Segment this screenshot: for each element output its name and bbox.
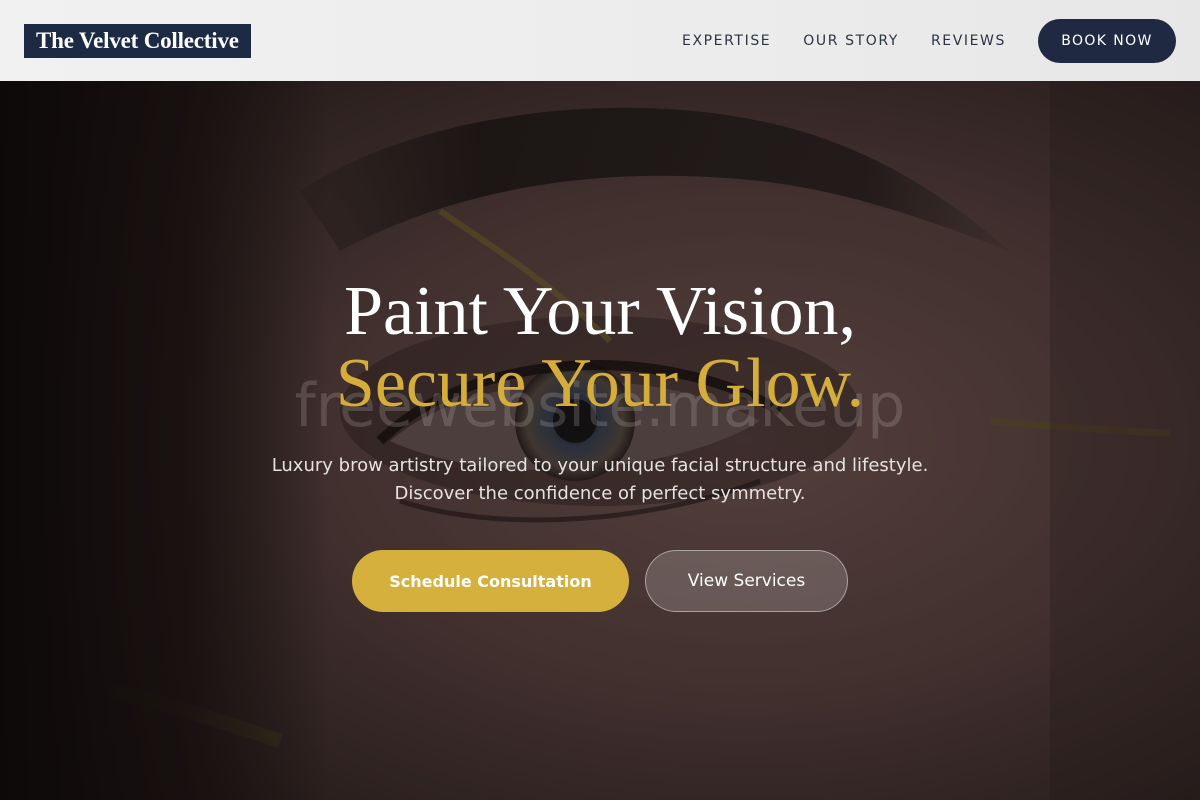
- nav-link-expertise[interactable]: EXPERTISE: [682, 33, 771, 49]
- hero-subtext-line2: Discover the confidence of perfect symme…: [394, 483, 806, 504]
- hero-cta-row: Schedule Consultation View Services: [0, 550, 1200, 612]
- main-nav: EXPERTISE OUR STORY REVIEWS BOOK NOW: [682, 18, 1176, 63]
- site-header: The Velvet Collective EXPERTISE OUR STOR…: [0, 0, 1200, 81]
- view-services-button[interactable]: View Services: [645, 550, 848, 612]
- hero-section: freewebsite.makeup Paint Your Vision, Se…: [0, 81, 1200, 800]
- hero-subtext-line1: Luxury brow artistry tailored to your un…: [271, 455, 929, 476]
- book-now-button[interactable]: BOOK NOW: [1038, 18, 1176, 63]
- nav-link-our-story[interactable]: OUR STORY: [803, 33, 899, 49]
- schedule-consultation-button[interactable]: Schedule Consultation: [352, 550, 629, 612]
- hero-subtext: Luxury brow artistry tailored to your un…: [0, 452, 1200, 508]
- hero-content: Paint Your Vision, Secure Your Glow. Lux…: [0, 276, 1200, 612]
- nav-link-reviews[interactable]: REVIEWS: [931, 33, 1006, 49]
- hero-headline-line1: Paint Your Vision,: [344, 273, 856, 350]
- brand-logo[interactable]: The Velvet Collective: [24, 23, 251, 58]
- hero-headline-line2: Secure Your Glow.: [335, 345, 865, 422]
